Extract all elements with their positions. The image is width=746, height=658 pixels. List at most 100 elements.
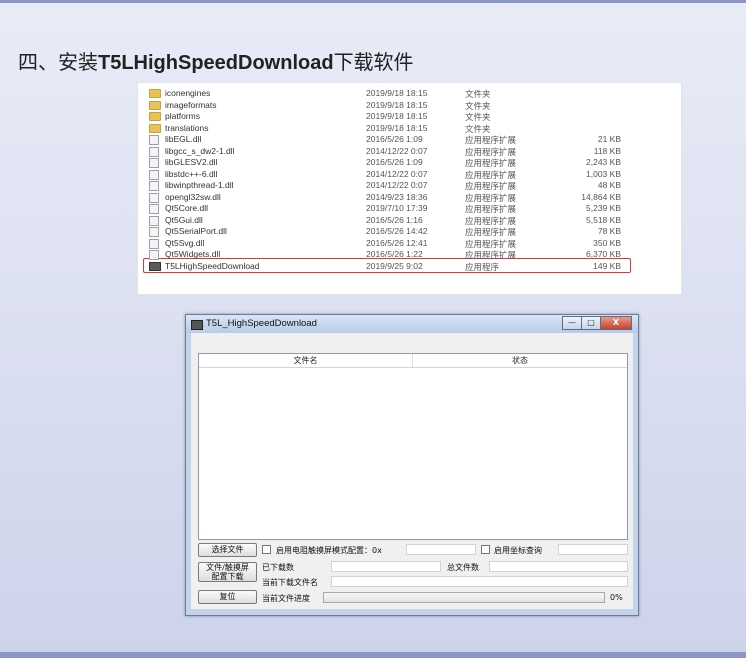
file-date: 2016/5/26 1:09 xyxy=(366,134,423,144)
download-file-list[interactable]: 文件名 状态 xyxy=(198,353,628,540)
file-date: 2019/9/25 9:02 xyxy=(366,260,423,271)
window-controls: — □ X xyxy=(562,316,632,330)
slide-top-rule xyxy=(0,0,746,3)
folder-icon xyxy=(149,112,161,121)
slide-title-suffix: 下载软件 xyxy=(333,50,414,74)
file-date: 2019/9/18 18:15 xyxy=(366,99,428,110)
folder-icon xyxy=(149,123,161,133)
coordinate-query-input[interactable] xyxy=(558,544,628,555)
file-row[interactable]: imageformats 2019/9/18 18:15 文件夹 xyxy=(138,100,681,111)
file-row[interactable]: Qt5Core.dll 2019/7/10 17:39 应用程序扩展 5,239 KB xyxy=(138,203,681,214)
dll-file-icon xyxy=(149,146,159,157)
dll-file-icon xyxy=(149,158,159,168)
dll-file-icon xyxy=(149,169,159,180)
downloaded-count-field xyxy=(331,561,441,572)
file-row[interactable]: libgcc_s_dw2-1.dll 2014/12/22 0:07 应用程序扩展 1… xyxy=(138,146,681,157)
file-date: 2016/5/26 14:42 xyxy=(366,226,428,236)
file-row[interactable]: libEGL.dll 2016/5/26 1:09 应用程序扩展 21 KB xyxy=(138,134,681,145)
file-type: 应用程序扩展 xyxy=(465,192,517,203)
current-progress-label: 当前文件进度 xyxy=(262,594,310,603)
file-name: Qt5Widgets.dll xyxy=(165,249,221,259)
file-row[interactable]: libwinpthread-1.dll 2014/12/22 0:07 应用程序扩展… xyxy=(138,180,681,191)
file-name: iconengines xyxy=(165,88,211,98)
list-header: 文件名 状态 xyxy=(199,354,627,368)
close-button[interactable]: X xyxy=(600,316,632,330)
file-name: T5LHighSpeedDownload xyxy=(165,260,260,271)
file-name: libstdc++-6.dll xyxy=(165,168,218,179)
file-row[interactable]: Qt5Widgets.dll 2016/5/26 1:22 应用程序扩展 6,370 … xyxy=(138,249,681,260)
slide-title-app: T5LHighSpeedDownload xyxy=(98,52,334,74)
file-type: 文件夹 xyxy=(465,89,491,99)
file-name: Qt5Core.dll xyxy=(165,203,208,213)
file-row[interactable]: translations 2019/9/18 18:15 文件夹 xyxy=(138,123,681,134)
column-header-file-name[interactable]: 文件名 xyxy=(199,354,413,367)
file-size: 14,864 KB xyxy=(581,191,621,202)
dll-file-icon xyxy=(149,250,159,260)
file-row[interactable]: platforms 2019/9/18 18:15 文件夹 xyxy=(138,111,681,122)
file-type: 应用程序扩展 xyxy=(465,215,517,226)
dll-file-icon xyxy=(149,135,159,145)
app-icon xyxy=(191,320,203,330)
file-type: 应用程序扩展 xyxy=(465,238,517,249)
file-name: translations xyxy=(165,122,209,133)
app-window: T5L_HighSpeedDownload — □ X 文件名 状态 选择文件 … xyxy=(185,314,639,616)
file-name: Qt5Gui.dll xyxy=(165,214,203,225)
file-date: 2016/5/26 1:09 xyxy=(366,157,423,167)
file-date: 2016/5/26 1:22 xyxy=(366,249,423,259)
column-header-status[interactable]: 状态 xyxy=(413,354,627,367)
file-date: 2014/12/22 0:07 xyxy=(366,180,428,190)
dll-file-icon xyxy=(149,215,159,226)
file-row[interactable]: iconengines 2019/9/18 18:15 文件夹 xyxy=(138,88,681,99)
file-size: 350 KB xyxy=(593,237,621,248)
file-row[interactable]: Qt5SerialPort.dll 2016/5/26 14:42 应用程序扩展 78… xyxy=(138,226,681,237)
total-files-label: 总文件数 xyxy=(447,563,479,572)
minimize-button[interactable]: — xyxy=(562,316,582,330)
file-date: 2014/12/22 0:07 xyxy=(366,145,428,156)
reset-button[interactable]: 复位 xyxy=(198,590,257,604)
resistive-config-input[interactable] xyxy=(406,544,476,555)
file-date: 2014/12/22 0:07 xyxy=(366,168,428,179)
current-file-progress-bar xyxy=(323,592,605,603)
file-date: 2014/9/23 18:36 xyxy=(366,191,428,202)
file-type: 应用程序 xyxy=(465,261,500,272)
resistive-touch-label: 启用电阻触摸屏模式配置：0x xyxy=(276,546,382,555)
touch-config-button-line2: 配置下载 xyxy=(211,572,244,581)
file-name: libGLESV2.dll xyxy=(165,157,218,167)
window-client-area: 文件名 状态 选择文件 启用电阻触摸屏模式配置：0x 启用坐标查询 文件/触摸屏… xyxy=(191,333,633,609)
file-row[interactable]: Qt5Gui.dll 2016/5/26 1:16 应用程序扩展 5,518 KB xyxy=(138,215,681,226)
file-name: imageformats xyxy=(165,99,217,110)
file-type: 文件夹 xyxy=(465,112,491,122)
file-type: 应用程序扩展 xyxy=(465,204,517,214)
current-file-name-label: 当前下载文件名 xyxy=(262,578,318,587)
file-size: 149 KB xyxy=(593,260,621,271)
file-type: 文件夹 xyxy=(465,123,491,134)
slide-bottom-rule xyxy=(0,652,746,658)
exe-file-icon xyxy=(149,261,161,271)
maximize-button[interactable]: □ xyxy=(581,316,601,330)
file-row[interactable]: libstdc++-6.dll 2014/12/22 0:07 应用程序扩展 1,00… xyxy=(138,169,681,180)
select-file-button[interactable]: 选择文件 xyxy=(198,543,257,557)
current-file-name-field xyxy=(331,576,628,587)
folder-icon xyxy=(149,89,161,98)
file-type: 文件夹 xyxy=(465,100,491,111)
file-date: 2019/7/10 17:39 xyxy=(366,203,428,213)
file-row[interactable]: libGLESV2.dll 2016/5/26 1:09 应用程序扩展 2,243 K… xyxy=(138,157,681,168)
file-date: 2016/5/26 12:41 xyxy=(366,237,428,248)
file-name: libgcc_s_dw2-1.dll xyxy=(165,145,235,156)
file-type: 应用程序扩展 xyxy=(465,135,517,145)
dll-file-icon xyxy=(149,192,159,203)
file-date: 2019/9/18 18:15 xyxy=(366,122,428,133)
coordinate-query-checkbox[interactable] xyxy=(481,545,490,554)
file-name: platforms xyxy=(165,111,200,121)
resistive-touch-checkbox[interactable] xyxy=(262,545,271,554)
dll-file-icon xyxy=(149,227,159,237)
file-row[interactable]: opengl32sw.dll 2014/9/23 18:36 应用程序扩展 14,86… xyxy=(138,192,681,203)
file-row[interactable]: Qt5Svg.dll 2016/5/26 12:41 应用程序扩展 350 KB xyxy=(138,238,681,249)
file-type: 应用程序扩展 xyxy=(465,169,517,180)
file-size: 21 KB xyxy=(597,134,621,144)
file-row[interactable]: T5LHighSpeedDownload 2019/9/25 9:02 应用程序 14… xyxy=(138,261,681,272)
file-explorer-list: iconengines 2019/9/18 18:15 文件夹 imageformat… xyxy=(137,82,682,295)
touch-config-download-button[interactable]: 文件/触摸屏 配置下载 xyxy=(198,562,257,582)
file-size: 6,370 KB xyxy=(586,249,621,259)
window-titlebar[interactable]: T5L_HighSpeedDownload — □ X xyxy=(186,315,638,333)
